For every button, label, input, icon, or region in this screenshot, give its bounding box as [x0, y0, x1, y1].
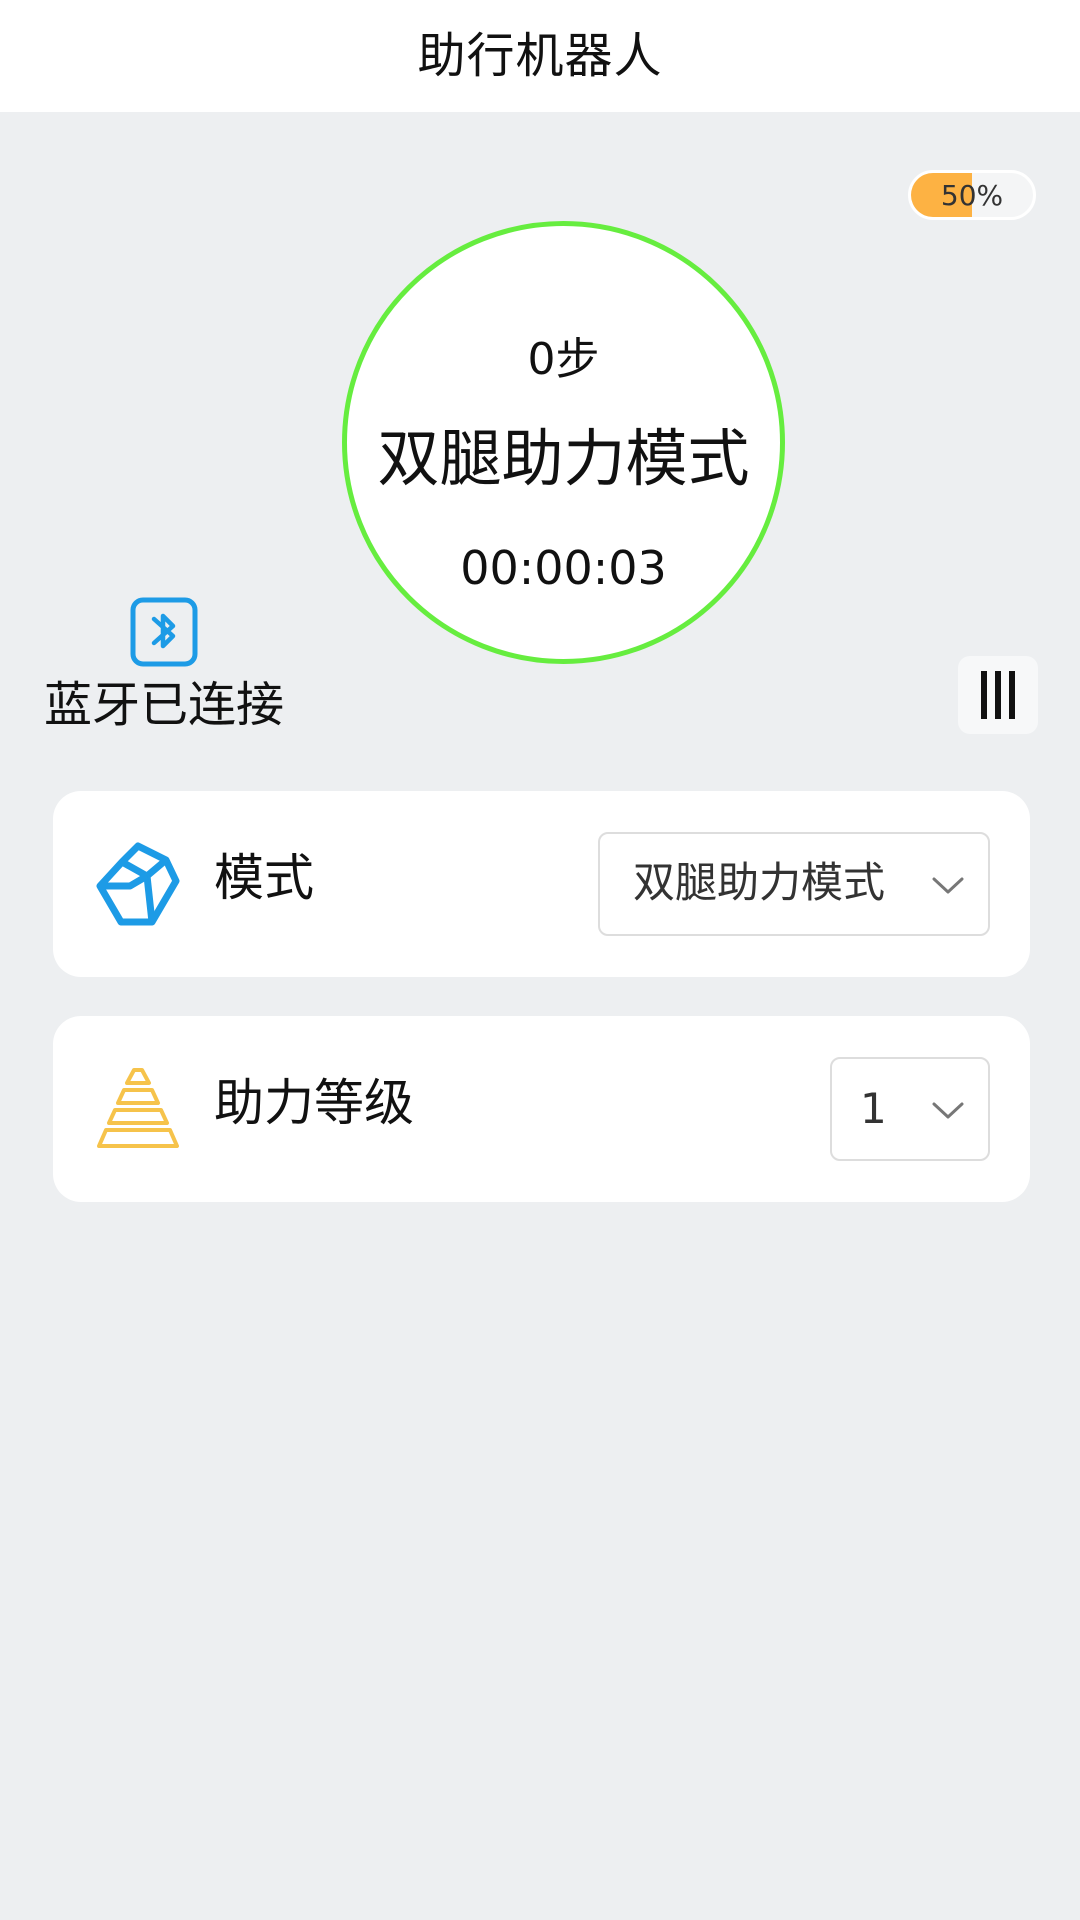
mode-setting-card: 模式 双腿助力模式: [53, 791, 1030, 977]
assist-level-selected-value: 1: [860, 1084, 887, 1133]
battery-indicator: 50%: [908, 170, 1036, 220]
page-title: 助行机器人: [417, 28, 663, 84]
pyramid-icon: [97, 1068, 179, 1148]
session-timer: 00:00:03: [460, 541, 667, 595]
menu-icon: [981, 671, 1015, 719]
current-mode-display: 双腿助力模式: [377, 422, 750, 495]
assist-level-dropdown[interactable]: 1: [830, 1057, 990, 1161]
chevron-down-icon: [932, 877, 964, 894]
mode-selected-value: 双腿助力模式: [633, 858, 886, 907]
bluetooth-status-label: 蓝牙已连接: [44, 677, 285, 733]
bluetooth-status[interactable]: 蓝牙已连接: [44, 597, 284, 737]
session-status-circle: 0步 双腿助力模式 00:00:03: [342, 221, 785, 664]
assist-level-setting-card: 助力等级 1: [53, 1016, 1030, 1202]
assist-level-label: 助力等级: [214, 1074, 414, 1132]
chevron-down-icon: [932, 1102, 964, 1119]
app-header: 助行机器人: [0, 0, 1080, 112]
step-count: 0步: [527, 334, 600, 385]
mode-label: 模式: [214, 849, 314, 907]
menu-button[interactable]: [958, 656, 1038, 734]
cube-icon: [96, 842, 180, 926]
bluetooth-icon: [130, 597, 198, 667]
battery-percentage: 50%: [940, 178, 1004, 212]
mode-dropdown[interactable]: 双腿助力模式: [598, 832, 990, 936]
walking-robot-screen: 助行机器人 50% 0步 双腿助力模式 00:00:03 蓝牙已连接 模式 双腿…: [0, 0, 1080, 1920]
